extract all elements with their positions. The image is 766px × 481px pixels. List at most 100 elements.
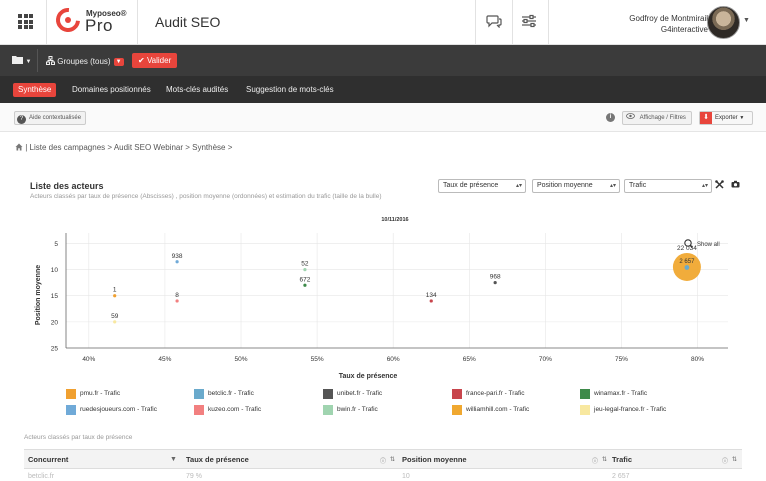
x-tick-label: 45% bbox=[158, 356, 171, 363]
contextual-help-button[interactable]: ? Aide contextualisée bbox=[14, 111, 87, 125]
legend-item[interactable]: betclic.fr - Trafic bbox=[194, 389, 254, 399]
x-tick-label: 70% bbox=[539, 356, 552, 363]
info-icon[interactable]: i bbox=[606, 113, 615, 122]
breadcrumb-path[interactable]: | Liste des campagnes > Audit SEO Webina… bbox=[25, 143, 232, 152]
tools-icon[interactable] bbox=[715, 180, 724, 191]
display-filters-button[interactable]: Affichage / Filtres bbox=[622, 111, 692, 125]
bubble-inner-label: 2 657 bbox=[679, 259, 695, 265]
legend-item[interactable]: ruedesjoueurs.com - Trafic bbox=[66, 405, 157, 415]
y-tick-label: 25 bbox=[51, 346, 59, 353]
legend-label: kuzeo.com - Trafic bbox=[208, 406, 262, 413]
point-label: 1 bbox=[113, 287, 117, 294]
point-label: 52 bbox=[301, 261, 309, 268]
chevron-down-icon[interactable]: ▼ bbox=[743, 17, 750, 24]
chart-marks: 1968134672938852 2 65722 03459 bbox=[111, 245, 701, 324]
chart-section-subtitle: Acteurs classés par taux de présence (Ab… bbox=[30, 193, 382, 200]
question-icon: ? bbox=[17, 115, 26, 124]
legend-label: betclic.fr - Trafic bbox=[208, 390, 254, 397]
legend-item[interactable]: bwin.fr - Trafic bbox=[323, 405, 378, 415]
x-tick-label: 60% bbox=[387, 356, 400, 363]
legend-item[interactable]: unibet.fr - Trafic bbox=[323, 389, 382, 399]
legend-label: jeu-legal-france.fr - Trafic bbox=[594, 406, 667, 413]
legend-label: bwin.fr - Trafic bbox=[337, 406, 378, 413]
select-arrows-icon: ▴▾ bbox=[515, 183, 522, 189]
chart-section-title: Liste des acteurs bbox=[30, 181, 104, 191]
export-label: Exporter bbox=[715, 115, 738, 121]
select-arrows-icon: ▴▾ bbox=[609, 183, 616, 189]
groups-dropdown[interactable]: Groupes (tous) ▼ bbox=[46, 56, 124, 66]
info-icon[interactable]: ⓘ bbox=[722, 456, 728, 465]
scatter-point bbox=[303, 267, 307, 272]
legend-item[interactable]: williamhill.com - Trafic bbox=[452, 405, 529, 415]
header-divider bbox=[512, 0, 513, 45]
folder-menu-button[interactable]: ▼ bbox=[12, 55, 31, 65]
scatter-point bbox=[303, 283, 307, 287]
point-label: 134 bbox=[426, 292, 437, 299]
validate-button[interactable]: ✔ Valider bbox=[132, 53, 178, 68]
size-select[interactable]: Trafic ▴▾ bbox=[624, 179, 712, 193]
y-tick-label: 5 bbox=[54, 241, 58, 248]
col-header-position[interactable]: Position moyenne bbox=[402, 455, 467, 464]
legend-item[interactable]: pmu.fr - Trafic bbox=[66, 389, 120, 399]
eye-icon bbox=[626, 113, 635, 119]
sort-icon[interactable]: ⇅ bbox=[602, 456, 607, 463]
chevron-down-icon: ▼ bbox=[113, 58, 124, 66]
display-filters-label: Affichage / Filtres bbox=[639, 115, 686, 121]
page-title: Audit SEO bbox=[155, 14, 221, 30]
y-axis-select[interactable]: Position moyenne ▴▾ bbox=[532, 179, 620, 193]
legend-label: france-pari.fr - Trafic bbox=[466, 390, 525, 397]
sort-desc-icon[interactable]: ▼ bbox=[170, 456, 177, 463]
legend-swatch bbox=[323, 389, 333, 399]
legend-swatch bbox=[194, 389, 204, 399]
tab-suggestion-mots-cles[interactable]: Suggestion de mots-clés bbox=[246, 83, 334, 97]
export-button[interactable]: ⬇ Exporter ▼ bbox=[699, 111, 753, 125]
brand-edition: Pro bbox=[85, 16, 113, 35]
legend-item[interactable]: jeu-legal-france.fr - Trafic bbox=[580, 405, 666, 415]
sort-icon[interactable]: ⇅ bbox=[390, 456, 395, 463]
legend-swatch bbox=[452, 389, 462, 399]
tab-synthese[interactable]: Synthèse bbox=[13, 83, 57, 97]
info-icon[interactable]: ⓘ bbox=[592, 456, 598, 465]
toolbar-divider bbox=[37, 49, 38, 72]
y-axis-select-value: Position moyenne bbox=[537, 182, 593, 189]
camera-icon[interactable] bbox=[731, 180, 740, 190]
col-header-trafic[interactable]: Trafic bbox=[612, 455, 632, 464]
sort-icon[interactable]: ⇅ bbox=[732, 456, 737, 463]
legend-item[interactable]: winamax.fr - Trafic bbox=[580, 389, 647, 399]
legend-swatch bbox=[580, 389, 590, 399]
legend-label: ruedesjoueurs.com - Trafic bbox=[80, 406, 157, 413]
legend-label: unibet.fr - Trafic bbox=[337, 390, 383, 397]
x-tick-label: 75% bbox=[615, 356, 628, 363]
hierarchy-icon bbox=[46, 56, 55, 65]
legend-swatch bbox=[580, 405, 590, 415]
table-row[interactable]: betclic.fr 79 % 10 2 657 bbox=[24, 469, 742, 481]
scatter-point bbox=[113, 294, 117, 298]
point-label: 59 bbox=[111, 313, 119, 320]
header-divider bbox=[137, 0, 138, 45]
sliders-icon[interactable] bbox=[521, 14, 537, 31]
x-tick-label: 55% bbox=[311, 356, 324, 363]
x-axis-select-value: Taux de présence bbox=[443, 182, 499, 189]
point-label: 938 bbox=[172, 253, 183, 260]
size-select-value: Trafic bbox=[629, 182, 647, 189]
header-divider bbox=[475, 0, 476, 45]
show-all-label: Show all bbox=[697, 242, 720, 248]
header-divider bbox=[46, 0, 47, 45]
tab-mots-cles-audites[interactable]: Mots-clés audités bbox=[166, 83, 228, 97]
col-header-taux[interactable]: Taux de présence bbox=[186, 455, 249, 464]
x-axis-select[interactable]: Taux de présence ▴▾ bbox=[438, 179, 526, 193]
scatter-point bbox=[175, 299, 179, 303]
info-icon[interactable]: ⓘ bbox=[380, 456, 386, 465]
home-icon[interactable] bbox=[15, 143, 23, 151]
table-caption: Acteurs classés par taux de présence bbox=[24, 434, 133, 441]
top-header: Myposeo® Pro Audit SEO Godfroy de Montmi… bbox=[0, 0, 766, 45]
tab-domaines-positionnes[interactable]: Domaines positionnés bbox=[72, 83, 151, 97]
avatar[interactable] bbox=[707, 6, 740, 39]
col-header-concurrent[interactable]: Concurrent bbox=[28, 455, 68, 464]
scatter-point bbox=[175, 260, 179, 264]
legend-item[interactable]: france-pari.fr - Trafic bbox=[452, 389, 525, 399]
legend-swatch bbox=[323, 405, 333, 415]
apps-grid-icon[interactable] bbox=[18, 14, 33, 29]
chat-icon[interactable] bbox=[486, 14, 502, 31]
legend-item[interactable]: kuzeo.com - Trafic bbox=[194, 405, 261, 415]
